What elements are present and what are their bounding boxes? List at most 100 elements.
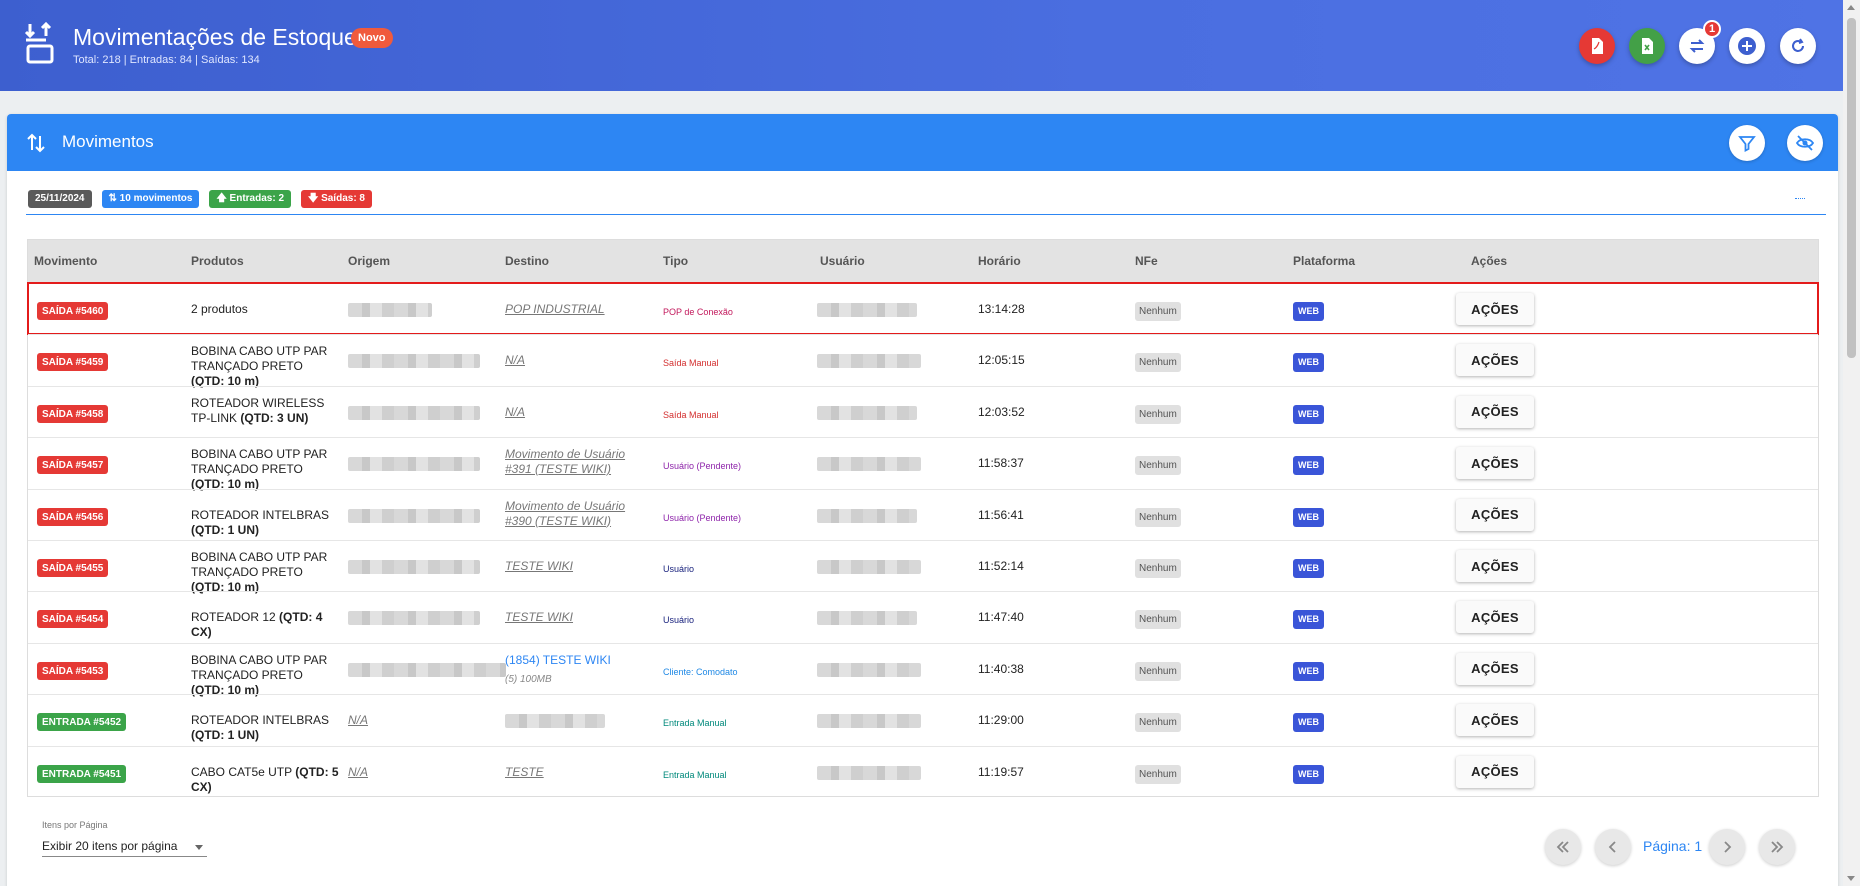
column-header: Origem xyxy=(348,254,391,268)
movement-badge[interactable]: SAÍDA #5453 xyxy=(37,661,109,680)
platform-badge: WEB xyxy=(1293,661,1324,681)
product-qty: (QTD: 3 UN) xyxy=(240,410,309,425)
product-name: BOBINA CABO UTP PAR TRANÇADO PRETO xyxy=(191,652,328,682)
scroll-up-arrow[interactable] xyxy=(1847,5,1855,10)
destination-link[interactable]: TESTE WIKI xyxy=(505,610,645,625)
actions-button[interactable]: AÇÕES xyxy=(1456,498,1534,531)
redacted-origin xyxy=(348,457,480,472)
more-dots[interactable] xyxy=(1795,198,1805,199)
table-row[interactable]: ENTRADA #5452 ROTEADOR INTELBRAS (QTD: 1 … xyxy=(28,694,1818,745)
movements-chip-label: 10 movimentos xyxy=(119,193,193,204)
table-row[interactable]: SAÍDA #5455 BOBINA CABO UTP PAR TRANÇADO … xyxy=(28,540,1818,594)
redacted-user xyxy=(817,560,921,574)
movement-badge[interactable]: SAÍDA #5454 xyxy=(37,610,109,629)
platform-badge: WEB xyxy=(1293,713,1324,733)
column-header: Ações xyxy=(1471,254,1508,268)
chevron-left-icon xyxy=(1608,841,1616,853)
actions-button[interactable]: AÇÕES xyxy=(1456,704,1534,737)
actions-button[interactable]: AÇÕES xyxy=(1456,755,1534,788)
next-page-button[interactable] xyxy=(1709,829,1745,865)
page-indicator: Página: 1 xyxy=(1643,838,1703,854)
nfe-badge: Nenhum xyxy=(1135,559,1181,578)
actions-button[interactable]: AÇÕES xyxy=(1456,344,1534,377)
platform-badge: WEB xyxy=(1293,610,1324,630)
panel-header: Movimentos xyxy=(7,114,1838,171)
movements-chip: ⇅ 10 movimentos xyxy=(101,190,200,208)
new-badge: Novo xyxy=(351,28,393,48)
actions-button[interactable]: AÇÕES xyxy=(1456,447,1534,480)
destination-link[interactable]: Movimento de Usuário #390 (TESTE WIKI) xyxy=(505,499,645,529)
movement-badge[interactable]: SAÍDA #5458 xyxy=(37,404,109,423)
movement-badge[interactable]: SAÍDA #5460 xyxy=(37,302,109,320)
product-cell: 2 produtos xyxy=(191,302,339,317)
table-row[interactable]: SAÍDA #5454 ROTEADOR 12 (QTD: 4 CX) TESTE … xyxy=(28,591,1818,642)
type-label: Usuário (Pendente) xyxy=(663,512,742,523)
caret-down-icon xyxy=(195,845,203,850)
table-row[interactable]: SAÍDA #5458 ROTEADOR WIRELESS TP-LINK (QT… xyxy=(28,385,1818,437)
export-excel-button[interactable] xyxy=(1629,28,1665,64)
items-per-page-select[interactable]: Exibir 20 itens por página xyxy=(42,835,207,857)
items-per-page-label: Itens por Página xyxy=(42,820,108,830)
platform-badge: WEB xyxy=(1293,507,1324,527)
table-row[interactable]: ENTRADA #5451 CABO CAT5e UTP (QTD: 5 CX) N… xyxy=(28,745,1818,797)
table-row[interactable]: SAÍDA #5460 2 produtos POP INDUSTRIAL POP … xyxy=(27,282,1819,335)
product-name: 2 produtos xyxy=(191,302,248,316)
platform-badge: WEB xyxy=(1293,764,1324,784)
destination-link[interactable]: TESTE WIKI xyxy=(505,559,645,574)
double-chevron-left-icon xyxy=(1556,841,1569,853)
movement-badge[interactable]: ENTRADA #5452 xyxy=(37,713,127,732)
redacted-user xyxy=(817,765,921,780)
table-row[interactable]: SAÍDA #5457 BOBINA CABO UTP PAR TRANÇADO … xyxy=(28,437,1818,491)
export-pdf-button[interactable] xyxy=(1579,28,1615,64)
destination-link[interactable]: Movimento de Usuário #391 (TESTE WIKI) xyxy=(505,447,645,477)
refresh-button[interactable] xyxy=(1780,28,1816,64)
movement-badge[interactable]: SAÍDA #5459 xyxy=(37,353,109,372)
column-header: Produtos xyxy=(191,254,244,268)
movement-badge[interactable]: SAÍDA #5456 xyxy=(37,507,109,526)
chips-divider xyxy=(26,214,1826,215)
column-header: Movimento xyxy=(34,254,98,268)
chevron-right-icon xyxy=(1724,841,1732,853)
scrollbar-thumb[interactable] xyxy=(1847,18,1856,358)
actions-button[interactable]: AÇÕES xyxy=(1456,550,1534,582)
time-cell: 11:56:41 xyxy=(978,507,1024,522)
exits-chip-label: Saídas: 8 xyxy=(321,193,365,204)
time-cell: 12:03:52 xyxy=(978,404,1025,419)
actions-button[interactable]: AÇÕES xyxy=(1456,395,1534,428)
table-row[interactable]: SAÍDA #5459 BOBINA CABO UTP PAR TRANÇADO … xyxy=(28,334,1818,388)
origin-link[interactable]: N/A xyxy=(348,765,368,780)
destination-link[interactable]: N/A xyxy=(505,353,645,368)
movement-badge[interactable]: SAÍDA #5455 xyxy=(37,559,109,577)
filter-button[interactable] xyxy=(1729,125,1765,161)
previous-page-button[interactable] xyxy=(1595,829,1631,865)
destination-link[interactable]: (1854) TESTE WIKI xyxy=(505,653,645,668)
excel-file-icon xyxy=(1642,38,1653,54)
product-cell: BOBINA CABO UTP PAR TRANÇADO PRETO (QTD:… xyxy=(191,344,339,389)
actions-button[interactable]: AÇÕES xyxy=(1456,652,1534,685)
destination-link[interactable]: POP INDUSTRIAL xyxy=(505,302,645,317)
time-cell: 11:52:14 xyxy=(978,559,1024,573)
actions-button[interactable]: AÇÕES xyxy=(1456,601,1534,634)
redacted-user xyxy=(817,303,917,317)
scroll-down-arrow[interactable] xyxy=(1847,876,1855,881)
product-name: BOBINA CABO UTP PAR TRANÇADO PRETO xyxy=(191,550,328,579)
actions-button[interactable]: AÇÕES xyxy=(1456,293,1534,325)
redacted-origin xyxy=(348,662,506,677)
summary-chips: 25/11/2024 ⇅ 10 movimentos 🡅 Entradas: 2… xyxy=(28,190,372,208)
page-scrollbar[interactable] xyxy=(1843,0,1860,886)
table-row[interactable]: SAÍDA #5456 ROTEADOR INTELBRAS (QTD: 1 UN… xyxy=(28,488,1818,540)
table-row[interactable]: SAÍDA #5453 BOBINA CABO UTP PAR TRANÇADO … xyxy=(28,642,1818,697)
destination-sub: (5) 100MB xyxy=(505,673,552,685)
add-button[interactable] xyxy=(1729,28,1765,64)
movement-badge[interactable]: ENTRADA #5451 xyxy=(37,764,127,783)
toggle-visibility-button[interactable] xyxy=(1787,125,1823,161)
movement-badge[interactable]: SAÍDA #5457 xyxy=(37,456,109,475)
nfe-badge: Nenhum xyxy=(1135,507,1181,527)
platform-badge: WEB xyxy=(1293,302,1324,321)
destination-link[interactable]: TESTE xyxy=(505,765,645,780)
destination-link[interactable]: N/A xyxy=(505,405,645,420)
first-page-button[interactable] xyxy=(1545,829,1581,865)
last-page-button[interactable] xyxy=(1759,829,1795,865)
transfers-button[interactable]: 1 xyxy=(1679,20,1721,64)
origin-link[interactable]: N/A xyxy=(348,713,368,728)
